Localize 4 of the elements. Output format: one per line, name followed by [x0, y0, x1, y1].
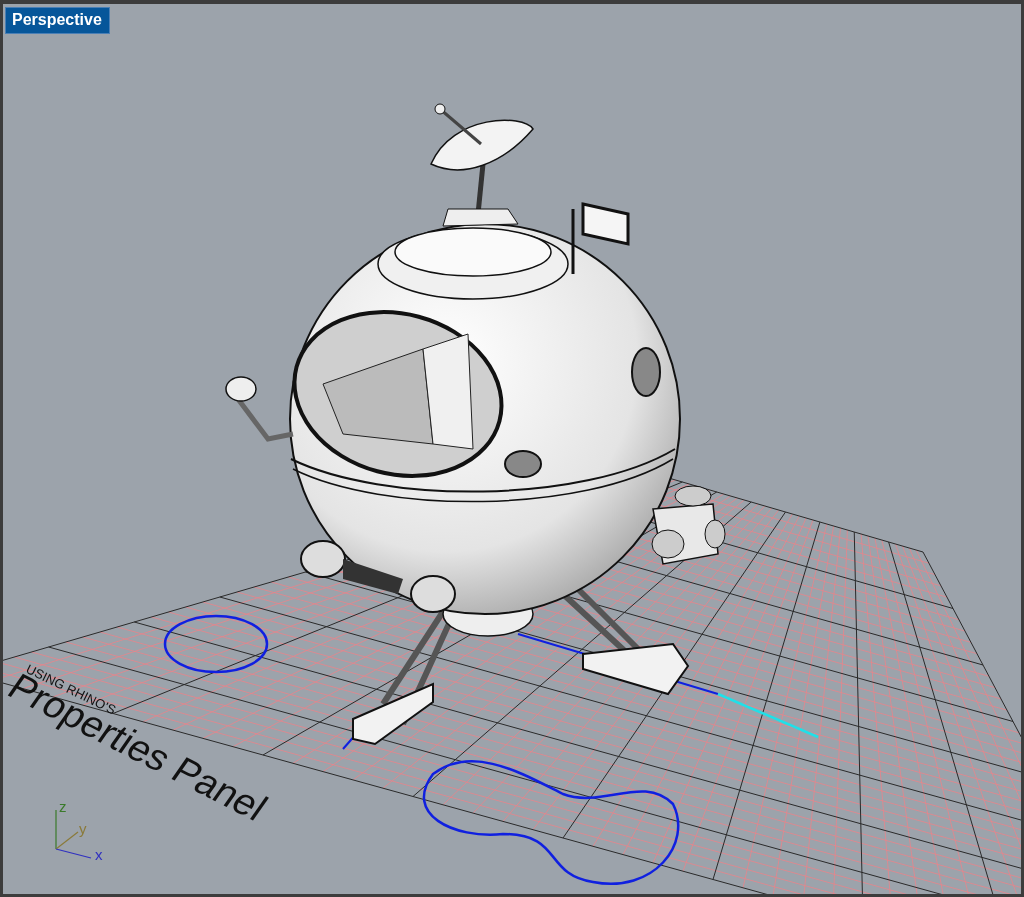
axis-label: z: [59, 798, 67, 815]
axis-label: y: [79, 820, 87, 837]
viewport-title-tab[interactable]: Perspective: [5, 7, 110, 34]
axis-label: x: [95, 846, 103, 863]
